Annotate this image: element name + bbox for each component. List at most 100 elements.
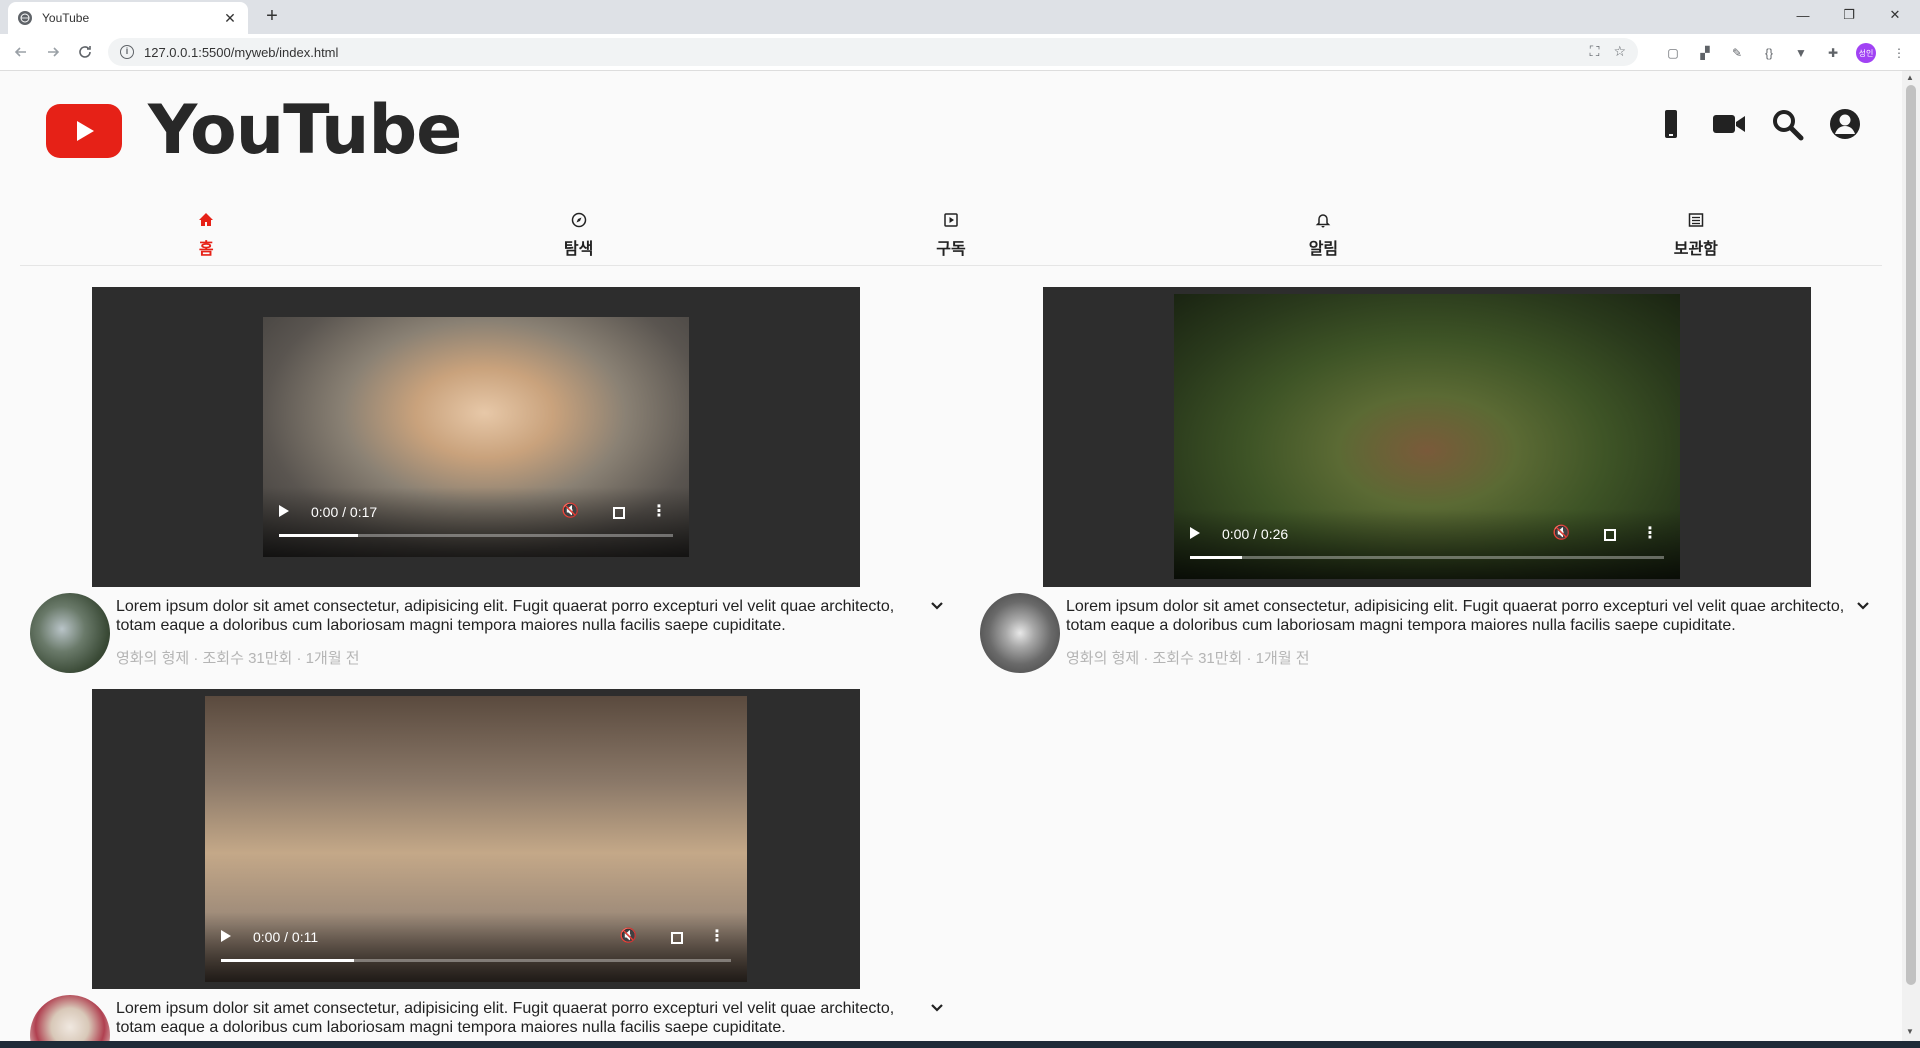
reload-icon[interactable] (74, 41, 96, 63)
close-tab-icon[interactable]: ✕ (222, 10, 238, 27)
vue-extension-icon[interactable]: ▼ (1792, 44, 1810, 62)
restore-icon[interactable]: ❐ (1826, 0, 1872, 30)
user-circle-icon[interactable] (1828, 107, 1862, 146)
tab-title: YouTube (42, 11, 90, 25)
progress-fill (279, 534, 358, 537)
address-bar[interactable]: i 127.0.0.1:5500/myweb/index.html ⛶ ☆ (108, 38, 1638, 66)
progress-fill (221, 959, 354, 962)
tab-label: 탐색 (563, 241, 594, 258)
channel-avatar[interactable] (30, 995, 110, 1041)
tab-label: 알림 (1308, 241, 1339, 258)
play-icon[interactable] (221, 930, 231, 942)
os-taskbar (0, 1041, 1920, 1048)
fullscreen-icon[interactable] (671, 932, 683, 944)
more-options-icon[interactable]: ⋮ (651, 501, 667, 521)
chevron-down-icon[interactable] (1856, 599, 1870, 613)
volume-icon[interactable]: 🔇 (1553, 524, 1570, 541)
tab-library[interactable]: 보관함 (1510, 206, 1882, 265)
play-logo-icon (46, 103, 122, 158)
video-progress-bar[interactable] (279, 534, 673, 537)
tab-subscriptions[interactable]: 구독 (765, 206, 1137, 265)
chevron-down-icon[interactable] (930, 1001, 944, 1015)
translate-icon[interactable]: ⛶ (1590, 43, 1600, 60)
video-camera-icon[interactable] (1712, 107, 1746, 146)
channel-avatar[interactable] (30, 593, 110, 673)
video-progress-bar[interactable] (1190, 556, 1664, 559)
header-actions (1654, 107, 1862, 146)
video-player[interactable]: 0:00 / 0:11 🔇 ⋮ (205, 696, 747, 982)
profile-avatar[interactable]: 성인 (1856, 43, 1876, 63)
browser-tab-strip: YouTube ✕ + — ❐ ✕ (0, 0, 1920, 34)
tab-label: 홈 (198, 241, 214, 258)
browser-toolbar: i 127.0.0.1:5500/myweb/index.html ⛶ ☆ ▢ … (0, 34, 1920, 71)
page-content: YouTube 홈 탐색 구독 알림 보관함 0:00 / 0:17 🔇 ⋮ L… (0, 71, 1902, 1041)
scroll-down-icon[interactable]: ▼ (1906, 1027, 1914, 1036)
scroll-thumb[interactable] (1906, 85, 1916, 985)
fullscreen-icon[interactable] (1604, 529, 1616, 541)
url-text: 127.0.0.1:5500/myweb/index.html (144, 44, 339, 60)
page-scrollbar[interactable]: ▲ ▼ (1902, 71, 1920, 1041)
play-icon[interactable] (1190, 527, 1200, 539)
tab-notifications[interactable]: 알림 (1137, 206, 1509, 265)
bookmark-star-icon[interactable]: ☆ (1613, 43, 1626, 60)
volume-icon[interactable]: 🔇 (620, 927, 637, 944)
back-icon[interactable] (10, 41, 32, 63)
video-progress-bar[interactable] (221, 959, 731, 962)
video-meta: Lorem ipsum dolor sit amet consectetur, … (30, 995, 980, 1041)
video-player-frame: 0:00 / 0:17 🔇 ⋮ (92, 287, 860, 587)
channel-avatar[interactable] (980, 593, 1060, 673)
globe-icon (18, 11, 32, 25)
video-description: Lorem ipsum dolor sit amet consectetur, … (1066, 598, 1845, 634)
video-time: 0:00 / 0:11 (253, 929, 319, 945)
fullscreen-icon[interactable] (613, 507, 625, 519)
video-controls: 0:00 / 0:11 🔇 ⋮ (205, 912, 747, 982)
video-player-frame: 0:00 / 0:11 🔇 ⋮ (92, 689, 860, 989)
more-options-icon[interactable]: ⋮ (1642, 523, 1658, 543)
video-controls: 0:00 / 0:26 🔇 ⋮ (1174, 509, 1680, 579)
video-stats: 영화의 형제 · 조회수 31만회 · 1개월 전 (1066, 650, 1310, 667)
tab-explore[interactable]: 탐색 (392, 206, 764, 265)
chevron-down-icon[interactable] (930, 599, 944, 613)
video-meta: Lorem ipsum dolor sit amet consectetur, … (30, 593, 980, 673)
json-extension-icon[interactable]: {} (1760, 44, 1778, 62)
minimize-icon[interactable]: — (1780, 0, 1826, 30)
tab-home[interactable]: 홈 (20, 206, 392, 265)
menu-dots-icon[interactable]: ⋮ (1890, 44, 1908, 62)
new-tab-icon[interactable]: + (262, 6, 282, 26)
browser-tab[interactable]: YouTube ✕ (8, 2, 248, 34)
video-player[interactable]: 0:00 / 0:26 🔇 ⋮ (1174, 294, 1680, 579)
site-info-icon[interactable]: i (120, 45, 134, 59)
more-options-icon[interactable]: ⋮ (709, 926, 725, 946)
compass-icon (571, 212, 587, 235)
scroll-up-icon[interactable]: ▲ (1906, 73, 1914, 82)
tab-label: 보관함 (1673, 241, 1718, 258)
video-meta: Lorem ipsum dolor sit amet consectetur, … (980, 593, 1902, 673)
mobile-icon[interactable] (1654, 107, 1688, 146)
video-stats: 영화의 형제 · 조회수 31만회 · 1개월 전 (116, 650, 360, 667)
color-picker-extension-icon[interactable]: ✎ (1728, 44, 1746, 62)
subscriptions-icon (943, 212, 959, 235)
video-time: 0:00 / 0:26 (1222, 526, 1289, 542)
video-description: Lorem ipsum dolor sit amet consectetur, … (116, 598, 895, 634)
video-time: 0:00 / 0:17 (311, 504, 378, 520)
video-player-frame: 0:00 / 0:26 🔇 ⋮ (1043, 287, 1811, 587)
home-icon (198, 212, 214, 235)
library-icon (1688, 212, 1704, 235)
play-icon[interactable] (279, 505, 289, 517)
extension-icon[interactable]: ▞ (1696, 44, 1714, 62)
logo-text: YouTube (148, 91, 462, 170)
close-window-icon[interactable]: ✕ (1872, 0, 1918, 30)
youtube-logo[interactable]: YouTube (46, 91, 462, 170)
video-description: Lorem ipsum dolor sit amet consectetur, … (116, 1000, 895, 1036)
progress-fill (1190, 556, 1243, 559)
tab-label: 구독 (936, 241, 966, 258)
volume-icon[interactable]: 🔇 (562, 502, 579, 519)
bell-icon (1315, 212, 1331, 235)
search-icon[interactable] (1770, 107, 1804, 146)
forward-icon[interactable] (42, 41, 64, 63)
nav-tabs: 홈 탐색 구독 알림 보관함 (20, 206, 1882, 266)
video-player[interactable]: 0:00 / 0:17 🔇 ⋮ (263, 317, 689, 557)
video-controls: 0:00 / 0:17 🔇 ⋮ (263, 487, 689, 557)
puzzle-icon[interactable]: ✚ (1824, 44, 1842, 62)
extension-icon[interactable]: ▢ (1664, 44, 1682, 62)
